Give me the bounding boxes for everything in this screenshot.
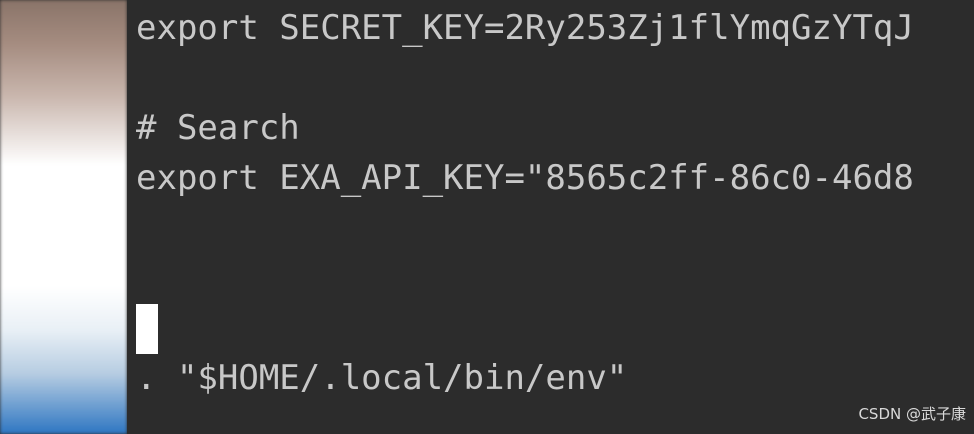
terminal-line-exa-api-key: export EXA_API_KEY="8565c2ff-86c0-46d8 [136, 158, 914, 198]
terminal-line-source-env: . "$HOME/.local/bin/env" [136, 358, 628, 398]
terminal-window[interactable]: export SECRET_KEY=2Ry253Zj1flYmqGzYTqJ #… [127, 0, 974, 434]
terminal-line-secret-key: export SECRET_KEY=2Ry253Zj1flYmqGzYTqJ [136, 8, 914, 48]
watermark: CSDN @武子康 [858, 405, 966, 423]
text-cursor [136, 304, 158, 354]
desktop-background [0, 0, 127, 434]
terminal-line-comment-search: # Search [136, 108, 300, 148]
screenshot-frame: export SECRET_KEY=2Ry253Zj1flYmqGzYTqJ #… [0, 0, 974, 434]
